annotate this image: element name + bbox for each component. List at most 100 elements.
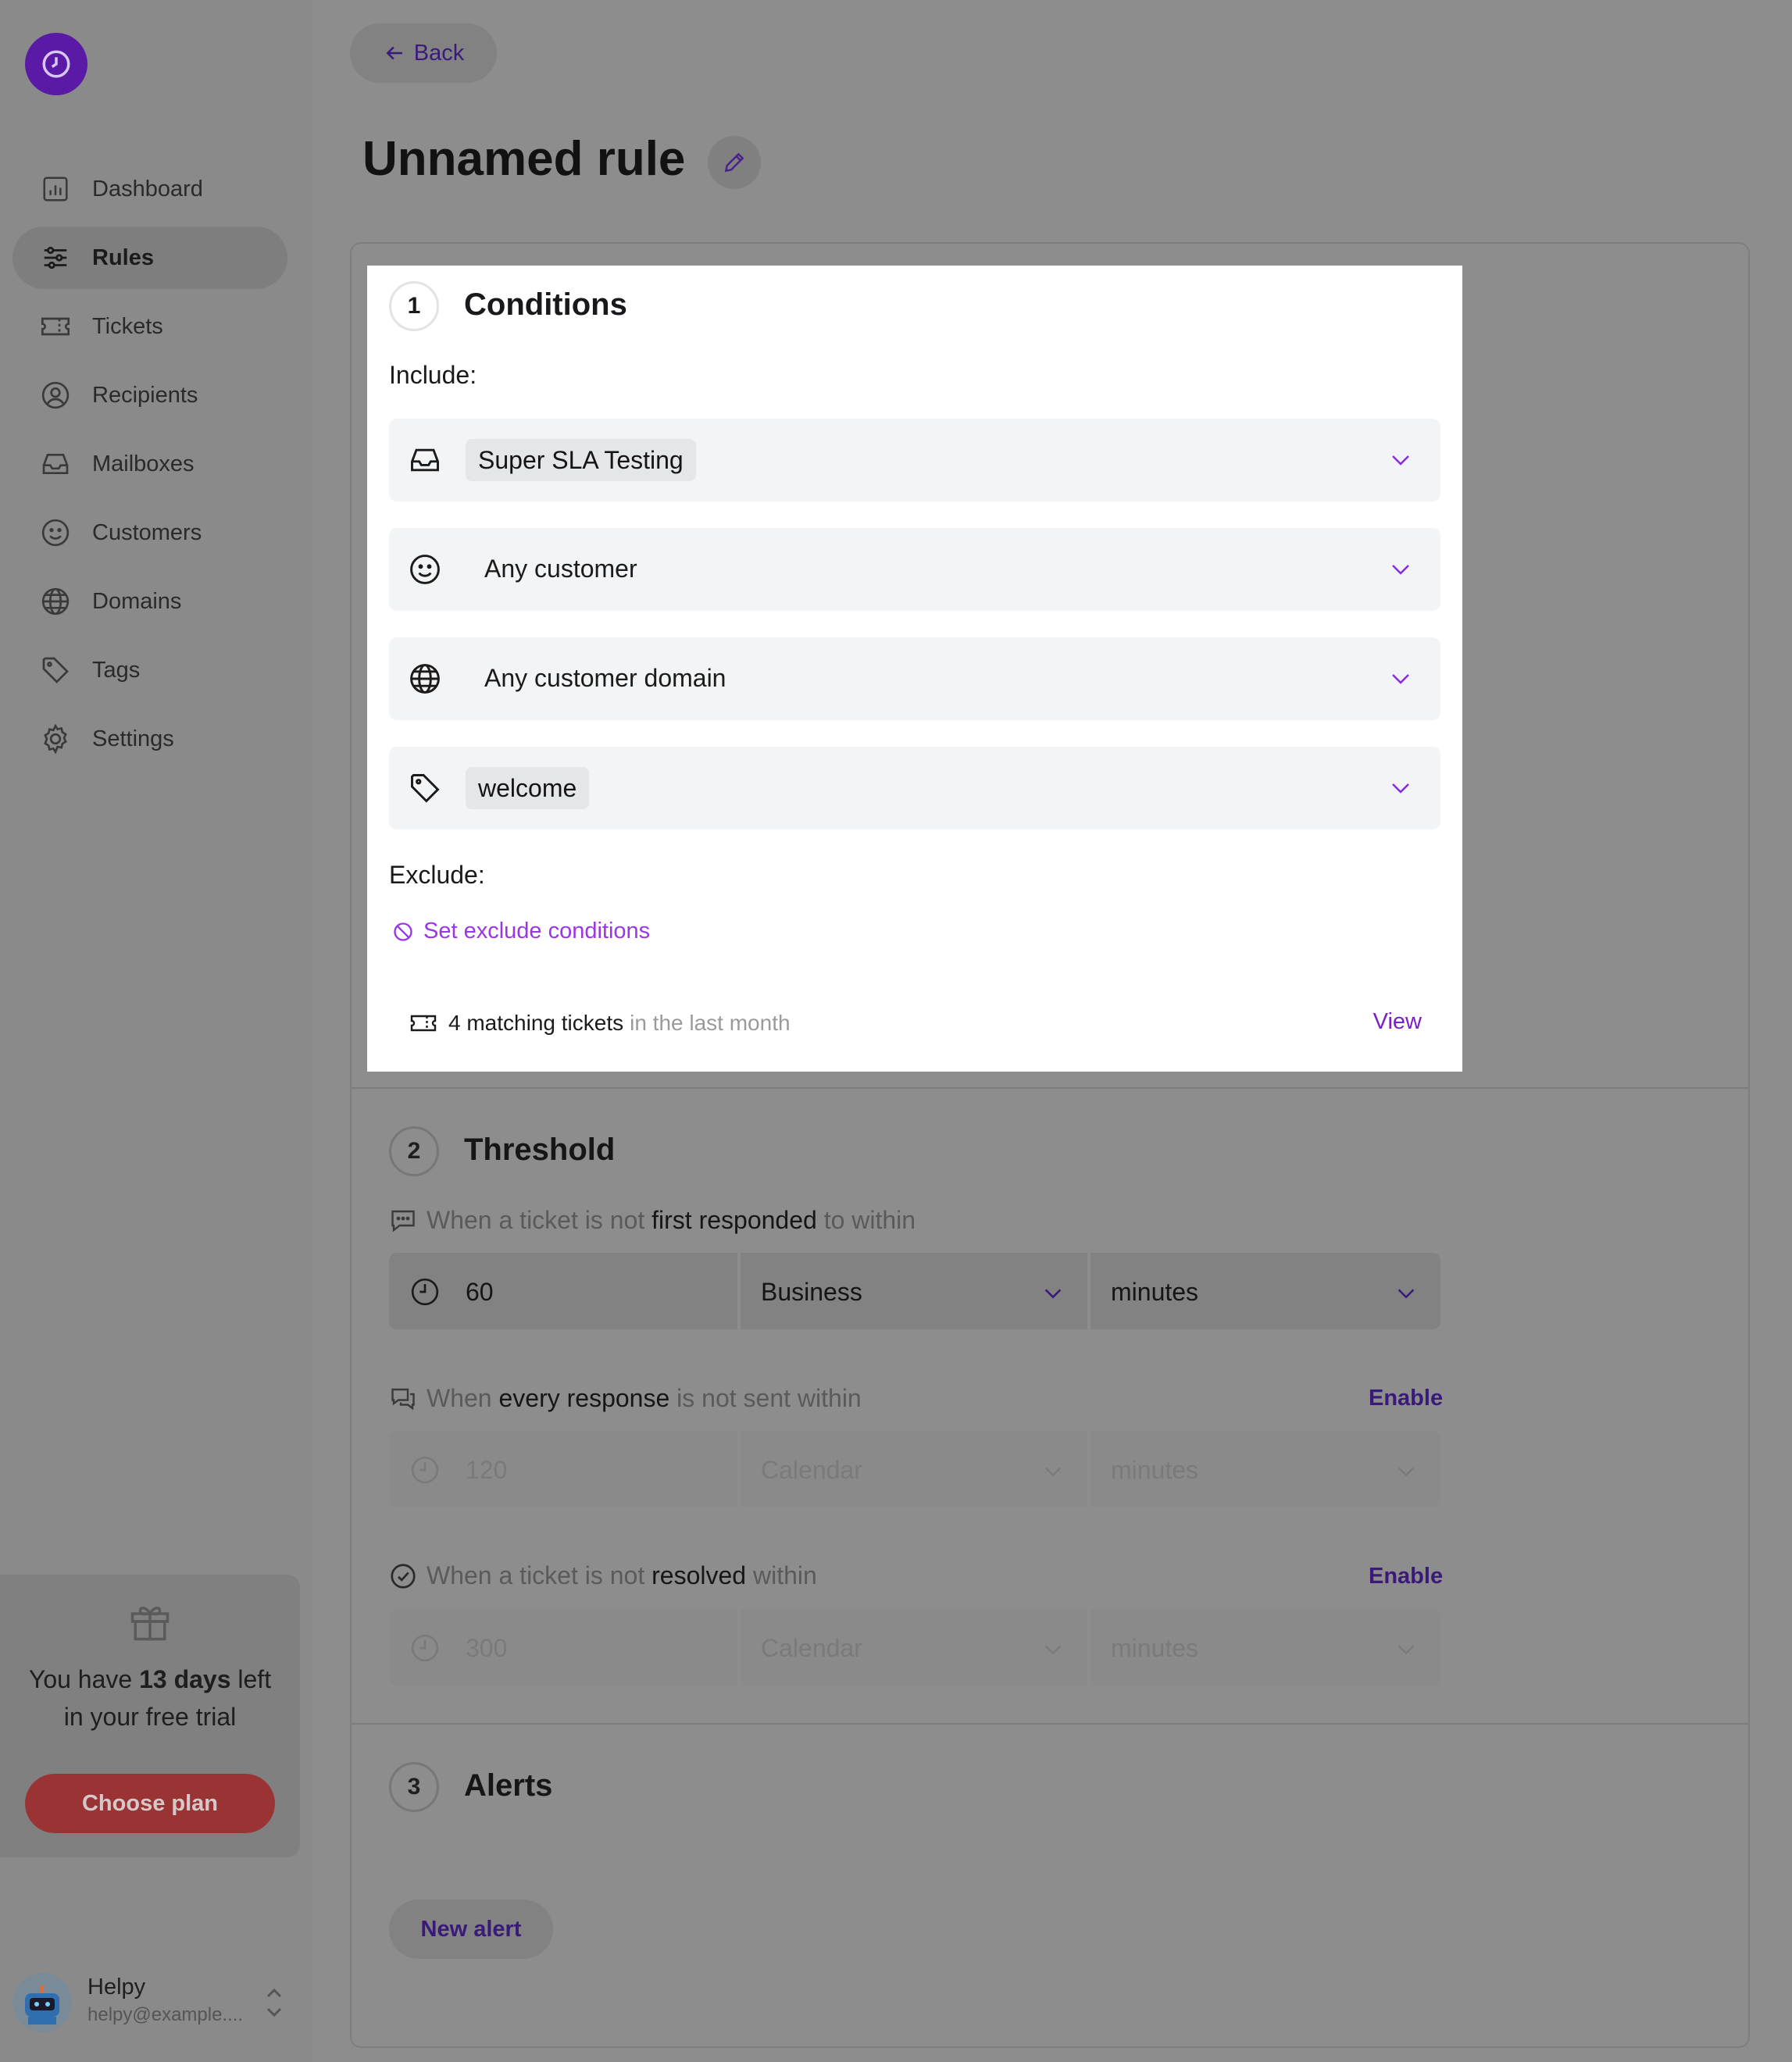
user-email: helpy@example.... [87,2004,244,2025]
match-period: in the last month [630,1011,791,1035]
sidebar-item-recipients[interactable]: Recipients [12,364,287,426]
calendar-value: Calendar [761,1634,862,1662]
chevron-down-icon [1392,455,1409,466]
enable-every-response-button[interactable]: Enable [1369,1386,1443,1411]
first-response-amount-input[interactable]: 60 [389,1253,737,1329]
match-count: 4 matching tickets [448,1011,624,1035]
enable-resolved-button[interactable]: Enable [1369,1564,1443,1589]
ticket-icon [410,1015,437,1032]
trial-prefix: You have [28,1665,140,1693]
smiley-icon [410,555,440,584]
choose-plan-button[interactable]: Choose plan [25,1774,275,1833]
calendar-value: Business [761,1278,862,1306]
every-response-amount-input[interactable]: 120 [389,1431,737,1507]
sidebar-item-label: Mailboxes [92,451,195,476]
chat-bubble-icon [391,1210,415,1232]
pencil-icon [724,152,744,173]
inbox-icon [411,448,439,472]
sidebar-item-label: Tickets [92,313,163,339]
first-response-inputs: 60 Business minutes [389,1253,1440,1329]
sidebar-item-label: Domains [92,588,182,614]
every-response-inputs: 120 Calendar minutes [389,1431,1440,1507]
back-button[interactable]: Back [350,23,497,83]
set-exclude-conditions-link[interactable]: Set exclude conditions [392,919,650,944]
new-alert-button[interactable]: New alert [389,1900,553,1959]
tag-condition-select[interactable]: welcome [389,747,1440,829]
edit-title-button[interactable] [708,136,761,189]
sidebar-item-tags[interactable]: Tags [12,639,287,701]
calendar-value: Calendar [761,1456,862,1484]
sidebar-nav: Dashboard Rules Tickets Recipients Mailb… [12,158,287,776]
sidebar-item-rules[interactable]: Rules [12,227,287,289]
avatar [12,1973,72,2032]
sidebar-item-mailboxes[interactable]: Mailboxes [12,433,287,495]
gift-icon [130,1606,170,1641]
label-bold: resolved [651,1561,747,1589]
customer-condition-select[interactable]: Any customer [389,528,1440,611]
user-circle-icon [39,379,72,412]
exclude-link-label: Set exclude conditions [423,919,651,944]
page-title: Unnamed rule [362,132,686,186]
sidebar-item-tickets[interactable]: Tickets [12,295,287,358]
ticket-icon [39,310,72,343]
step-number: 1 [389,281,439,331]
sidebar-item-customers[interactable]: Customers [12,501,287,564]
sidebar-item-dashboard[interactable]: Dashboard [12,158,287,220]
chevron-down-icon [1398,1289,1415,1299]
tag-chip[interactable]: welcome [466,767,590,809]
tag-icon [411,774,440,803]
user-name: Helpy [87,1975,146,2000]
user-menu[interactable]: Helpy helpy@example.... [12,1968,294,2039]
app-logo[interactable] [25,33,87,95]
amount-value: 60 [466,1278,494,1306]
section-divider [352,1723,1748,1725]
label-post: is not sent within [669,1384,862,1412]
first-response-label: When a ticket is not first responded to … [389,1206,916,1235]
mailbox-condition-select[interactable]: Super SLA Testing [389,419,1440,501]
amount-value: 300 [466,1634,508,1662]
first-response-unit-select[interactable]: minutes [1091,1253,1440,1329]
every-response-unit-select[interactable]: minutes [1091,1431,1440,1507]
sidebar-item-domains[interactable]: Domains [12,570,287,633]
trial-suffix: left [230,1665,272,1693]
trial-days: 13 days [139,1665,231,1693]
alerts-title: Alerts [464,1768,553,1803]
unit-value: minutes [1111,1634,1199,1662]
every-response-calendar-select[interactable]: Calendar [741,1431,1087,1507]
label-pre: When a ticket is not [427,1561,652,1589]
sidebar-item-settings[interactable]: Settings [12,708,287,770]
trial-text: You have 13 days left in your free trial [0,1661,300,1736]
chevron-down-icon [1398,1467,1415,1477]
step-number: 2 [389,1126,439,1176]
label-bold: first responded [651,1206,817,1234]
domain-condition-select[interactable]: Any customer domain [389,637,1440,720]
globe-icon [410,664,440,694]
clock-logo-icon [42,50,70,78]
clock-icon [411,1634,439,1662]
trial-line2: in your free trial [63,1703,237,1731]
sidebar-item-label: Recipients [92,382,198,408]
first-response-calendar-select[interactable]: Business [741,1253,1087,1329]
step-number: 3 [389,1762,439,1812]
chevron-up-down-icon [266,1988,282,2017]
globe-icon [39,585,72,618]
mailbox-chip[interactable]: Super SLA Testing [466,439,696,481]
robot-avatar-icon [25,1985,59,2025]
resolved-amount-input[interactable]: 300 [389,1609,737,1686]
view-matching-tickets-link[interactable]: View [1373,1009,1422,1035]
sidebar-item-label: Tags [92,657,141,683]
label-pre: When [427,1384,499,1412]
resolved-calendar-select[interactable]: Calendar [741,1609,1087,1686]
tag-icon [39,654,72,687]
label-post: to within [816,1206,916,1234]
sidebar-item-label: Customers [92,519,202,545]
sidebar-item-label: Settings [92,726,174,751]
chevron-down-icon [1044,1645,1062,1655]
resolved-unit-select[interactable]: minutes [1091,1609,1440,1686]
chevron-down-icon [1392,674,1409,684]
unit-value: minutes [1111,1278,1199,1306]
chevron-down-icon [1392,565,1409,575]
conditions-title: Conditions [464,287,627,322]
chat-bubbles-icon [391,1388,415,1410]
resolved-label: When a ticket is not resolved within [389,1561,817,1590]
